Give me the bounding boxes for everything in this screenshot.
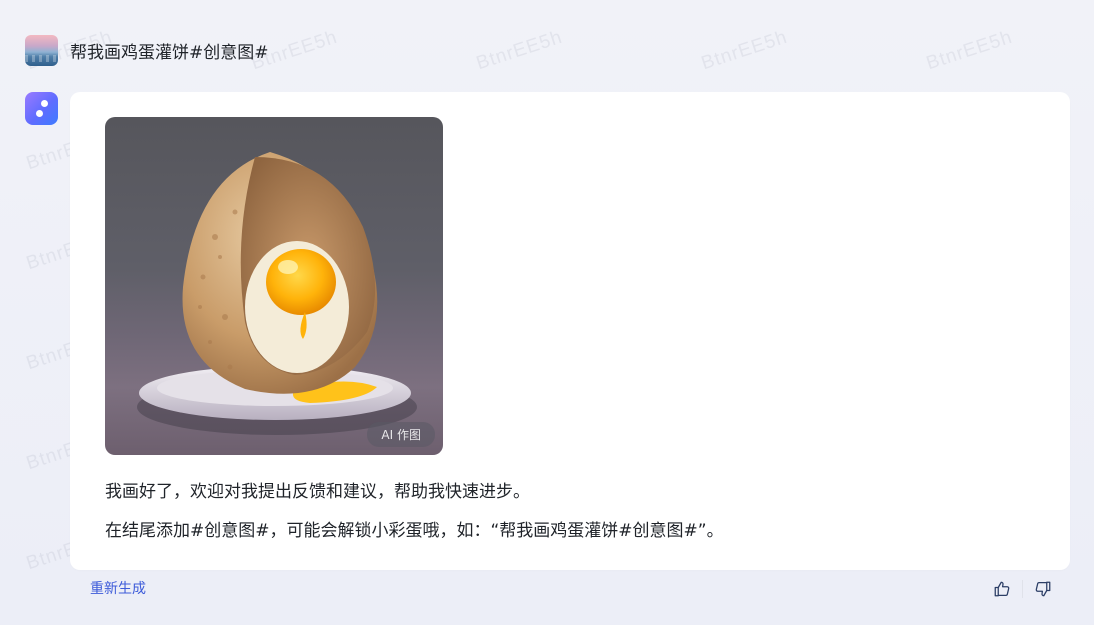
watermark-text: BtnrEE5h: [698, 26, 791, 75]
reply-text-line: 在结尾添加#创意图#，可能会解锁小彩蛋哦，如：“帮我画鸡蛋灌饼#创意图#”。: [105, 521, 724, 541]
regenerate-button[interactable]: 重新生成: [90, 578, 146, 598]
feedback-divider: [1022, 580, 1023, 598]
egg-pancake-illustration: [137, 152, 417, 435]
reply-text-line: 我画好了，欢迎对我提出反馈和建议，帮助我快速进步。: [105, 482, 530, 502]
thumbs-up-icon[interactable]: [991, 578, 1013, 600]
watermark-text: BtnrEE5h: [923, 26, 1016, 75]
thumbs-down-icon[interactable]: [1032, 578, 1054, 600]
user-message: 帮我画鸡蛋灌饼#创意图#: [25, 35, 269, 66]
bot-avatar: [25, 92, 58, 125]
watermark-text: BtnrEE5h: [473, 26, 566, 75]
generated-image[interactable]: AI 作图: [105, 117, 443, 455]
feedback-actions: [991, 578, 1054, 600]
bot-response-card: AI 作图 我画好了，欢迎对我提出反馈和建议，帮助我快速进步。 在结尾添加#创意…: [70, 92, 1070, 570]
user-message-text: 帮我画鸡蛋灌饼#创意图#: [70, 43, 269, 63]
ai-generated-badge: AI 作图: [367, 422, 435, 447]
user-avatar: [25, 35, 58, 66]
